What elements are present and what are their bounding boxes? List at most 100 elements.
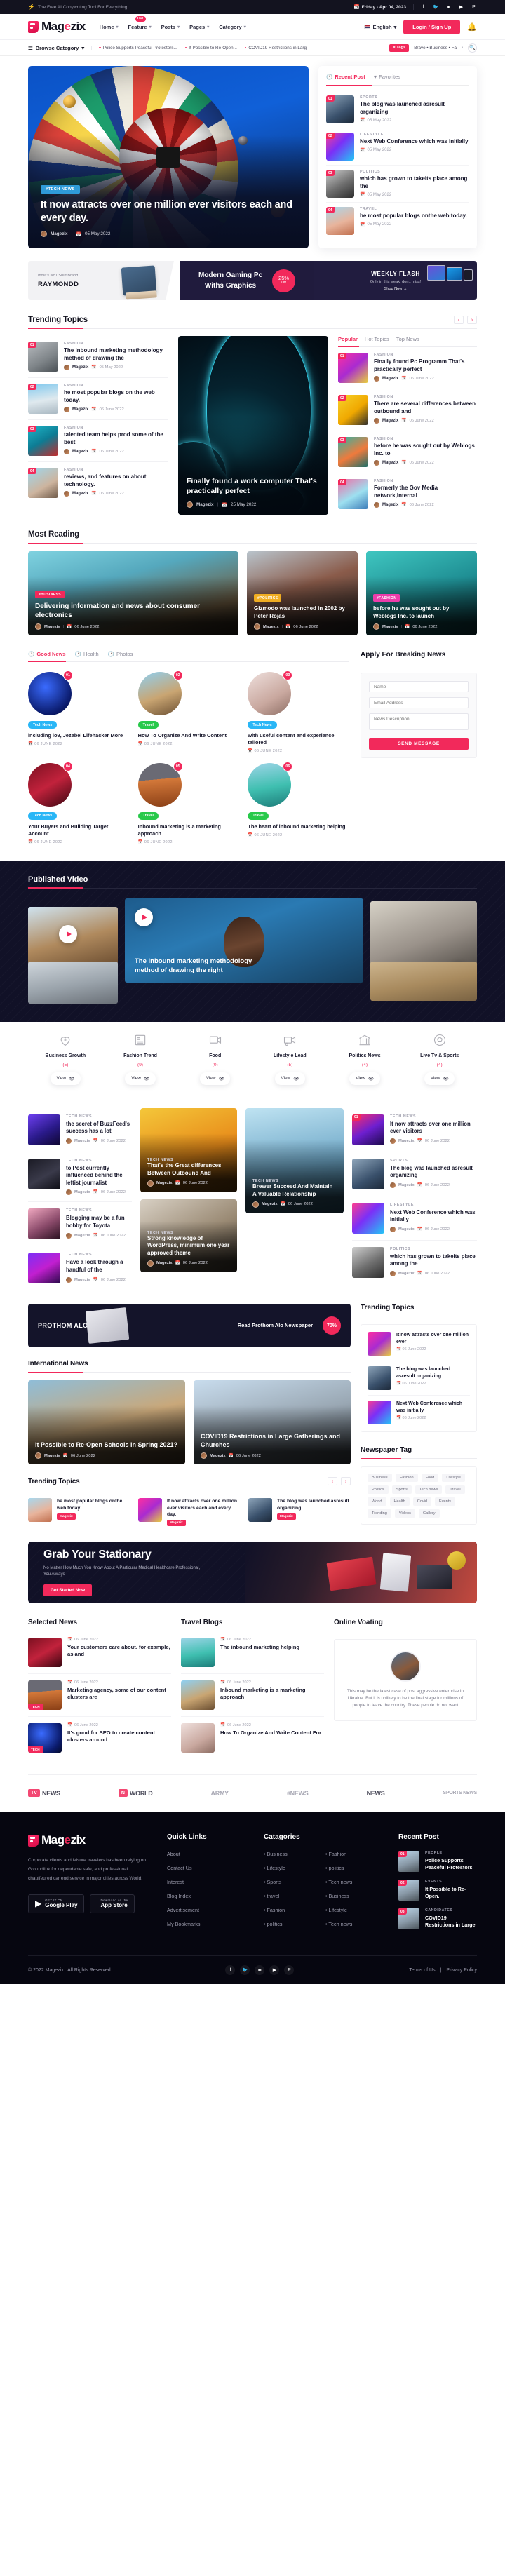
name-field[interactable]: [369, 681, 469, 692]
category-pill[interactable]: Tech News: [248, 721, 277, 729]
list-item[interactable]: 01 SPORTS The blog was launched asresult …: [326, 91, 469, 128]
list-item[interactable]: 03 FASHION before he was sought out by Web…: [338, 431, 477, 473]
list-item[interactable]: 01 PEOPLE Police Supports Peaceful Protest…: [398, 1851, 477, 1872]
list-item[interactable]: TECH NEWS Have a look through a handful o…: [28, 1246, 132, 1290]
list-item[interactable]: SPORTS The blog was launched asresult org…: [352, 1152, 477, 1196]
ticker-item[interactable]: It Possible to Re-Open...: [184, 46, 237, 50]
google-play-button[interactable]: ▶ GET IT ON Google Play: [28, 1894, 85, 1913]
nav-item-category[interactable]: Category ▾: [219, 24, 246, 30]
footer-cat-business-2[interactable]: • Business: [325, 1893, 352, 1899]
list-item[interactable]: 04 FASHION reviews, and features on about …: [28, 462, 168, 504]
partner-logo[interactable]: ARMY: [211, 1790, 229, 1797]
footer-cat-business[interactable]: • Business: [264, 1851, 310, 1857]
news-feature-card[interactable]: TECH NEWS Brewer Succeed And Maintain A V…: [245, 1107, 344, 1213]
tab-top-news[interactable]: Top News: [396, 336, 419, 342]
category-pill[interactable]: Tech News: [28, 811, 58, 820]
facebook-icon[interactable]: f: [420, 5, 426, 10]
list-item[interactable]: TECH NEWS the secret of BuzzFeed's succes…: [28, 1108, 132, 1152]
tag-chip[interactable]: Covid: [412, 1497, 431, 1506]
partner-logo[interactable]: TV NEWS: [28, 1789, 60, 1797]
hero-category-badge[interactable]: #TECH NEWS: [41, 185, 80, 194]
list-item[interactable]: 📅 06 June 2022 The inbound marketing help…: [181, 1631, 324, 1674]
trending-feature-card[interactable]: Finally found a work computer That's pra…: [178, 336, 328, 515]
ad-weekly-flash[interactable]: WEEKLY FLASH Only in this weak. don,t mi…: [314, 261, 477, 300]
list-item[interactable]: LIFESTYLE Next Web Conference which was i…: [352, 1196, 477, 1241]
prev-arrow-icon[interactable]: ‹: [328, 1477, 337, 1486]
pinterest-icon[interactable]: P: [284, 1965, 295, 1975]
tag-chip[interactable]: Sports: [391, 1485, 412, 1495]
good-news-card[interactable]: 06 Travel The heart of inbound marketing h…: [248, 761, 349, 844]
youtube-icon[interactable]: ▶: [269, 1965, 280, 1975]
category-pill[interactable]: Tech News: [28, 721, 58, 729]
tag-chip[interactable]: Videos: [394, 1509, 415, 1518]
video-card[interactable]: [28, 961, 118, 1004]
footer-cat-technews-2[interactable]: • Tech news: [325, 1921, 352, 1927]
tags-list[interactable]: Brave • Business • Fa: [414, 46, 457, 50]
tag-chip[interactable]: Events: [435, 1497, 456, 1506]
search-icon[interactable]: 🔍: [468, 43, 477, 53]
tag-chip[interactable]: Business: [368, 1474, 392, 1483]
list-item[interactable]: 📅 06 June 2022 Inbound marketing is a mar…: [181, 1674, 324, 1717]
tag-chip[interactable]: Health: [389, 1497, 410, 1506]
footer-link-interest[interactable]: Interest: [167, 1879, 248, 1885]
news-feature-card[interactable]: TECH NEWS Strong knowledge of WordPress, …: [140, 1199, 237, 1272]
list-item[interactable]: 02 EVENTS It Possible to Re-Open.: [398, 1880, 477, 1901]
view-button[interactable]: View 👁: [199, 1072, 231, 1085]
prev-arrow-icon[interactable]: ‹: [454, 316, 464, 324]
tag-chip[interactable]: Politics: [368, 1485, 389, 1495]
instagram-icon[interactable]: ◙: [255, 1965, 265, 1975]
list-item[interactable]: 01 FASHION The inbound marketing methodolo…: [28, 336, 168, 378]
tab-photos[interactable]: 🕐 Photos: [108, 651, 133, 657]
tag-chip[interactable]: Fashion: [395, 1474, 418, 1483]
good-news-card[interactable]: 04 Tech News Your Buyers and Building Targ…: [28, 761, 130, 844]
facebook-icon[interactable]: f: [225, 1965, 236, 1975]
view-button[interactable]: View 👁: [274, 1072, 306, 1085]
list-item[interactable]: 03 POLITICS which has grown to takeits pl…: [326, 166, 469, 203]
tag-chip[interactable]: Gallery: [418, 1509, 440, 1518]
good-news-card[interactable]: 01 Tech News including io9, Jezebel Lifeha…: [28, 670, 130, 753]
footer-cat-technews[interactable]: • Tech news: [325, 1879, 352, 1885]
footer-link-bookmarks[interactable]: My Bookmarks: [167, 1921, 248, 1927]
category-badge[interactable]: #FASHION: [373, 594, 400, 602]
nav-item-pages[interactable]: Pages ▾: [189, 24, 209, 30]
ad-gaming-pc[interactable]: Modern Gaming Pc Withs Graphics 25% Off: [180, 261, 314, 300]
next-arrow-icon[interactable]: ›: [341, 1477, 351, 1486]
next-arrow-icon[interactable]: ›: [467, 316, 477, 324]
tab-hot-topics[interactable]: Hot Topics: [365, 336, 389, 342]
good-news-card[interactable]: 02 Travel How To Organize And Write Conten…: [137, 670, 240, 753]
footer-link-contact[interactable]: Contact Us: [167, 1865, 248, 1871]
list-item[interactable]: Next Web Conference which was initially 📅…: [368, 1396, 470, 1429]
list-item[interactable]: 03 CANDIDATES COVID19 Restrictions in Larg…: [398, 1908, 477, 1929]
list-item[interactable]: It now attracts over one million ever 📅 0…: [368, 1327, 470, 1362]
tag-chip[interactable]: World: [368, 1497, 386, 1506]
nav-item-feature[interactable]: Hot Feature ▾: [128, 15, 152, 30]
tab-favorites[interactable]: ♥ Favorites: [374, 74, 400, 80]
most-reading-card[interactable]: #POLITICS Gizmodo was launched in 2002 b…: [247, 551, 358, 635]
good-news-card[interactable]: 03 Tech News with useful content and exper…: [248, 670, 349, 753]
list-item[interactable]: POLITICS which has grown to takeits place…: [352, 1241, 477, 1284]
category-cell-lifestyle-lead[interactable]: Lifestyle Lead (5) View 👁: [252, 1033, 328, 1085]
tag-chip[interactable]: Tech news: [415, 1485, 443, 1495]
news-feature-card[interactable]: TECH NEWS That's the Great differences Be…: [140, 1107, 237, 1192]
ticker-item[interactable]: COVID19 Restrictions in Larg: [244, 46, 307, 50]
category-pill[interactable]: Travel: [248, 811, 269, 820]
category-pill[interactable]: Travel: [137, 811, 159, 820]
browse-category-button[interactable]: ☰ Browse Category ▾: [28, 45, 91, 51]
list-item[interactable]: 02 FASHION he most popular blogs on the we…: [28, 378, 168, 420]
login-signup-button[interactable]: Login / Sign Up: [403, 19, 461, 34]
footer-link-advertisement[interactable]: Advertisement: [167, 1907, 248, 1913]
footer-cat-politics-2[interactable]: • politics: [325, 1865, 352, 1871]
partner-logo[interactable]: NEWS: [367, 1790, 385, 1797]
category-cell-live-tv-sports[interactable]: Live Tv & Sports (4) View 👁: [402, 1033, 477, 1085]
stationary-banner[interactable]: Grab Your Stationary No Matter How Much …: [28, 1542, 477, 1603]
instagram-icon[interactable]: ◙: [445, 5, 452, 10]
tab-good-news[interactable]: 🕐 Good News: [28, 651, 66, 657]
notification-bell-icon[interactable]: 🔔: [467, 22, 477, 32]
international-card[interactable]: It Possible to Re-Open Schools in Spring…: [28, 1380, 185, 1465]
tag-chip[interactable]: Food: [421, 1474, 439, 1483]
news-description-field[interactable]: [369, 713, 469, 730]
list-item[interactable]: 04 FASHION Formerly the Gov Media network,…: [338, 473, 477, 515]
tab-recent-post[interactable]: 🕐 Recent Post: [326, 74, 365, 80]
video-card[interactable]: [370, 961, 477, 1001]
tag-chip[interactable]: Travel: [445, 1485, 465, 1495]
